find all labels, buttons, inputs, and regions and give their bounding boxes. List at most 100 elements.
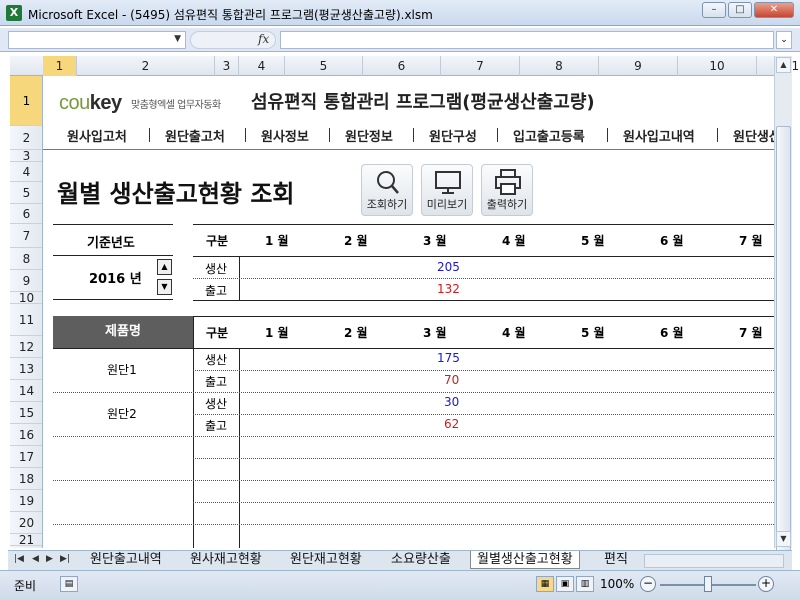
row-header[interactable]: 13	[10, 358, 42, 380]
divider	[53, 299, 173, 300]
horizontal-scrollbar[interactable]	[644, 554, 784, 568]
detail-row-label: 출고	[205, 375, 228, 389]
row-header[interactable]: 20	[10, 512, 42, 534]
summary-header: 구분	[206, 234, 229, 248]
nav-item[interactable]: 원사입고내역	[623, 126, 695, 145]
summary-header: 7 월	[739, 234, 763, 248]
row-header[interactable]: 4	[10, 162, 42, 182]
zoom-level[interactable]: 100%	[600, 577, 634, 591]
sheet-tab[interactable]: 원사재고현황	[184, 551, 268, 569]
year-up-button[interactable]: ▲	[157, 259, 172, 275]
search-button-label: 조회하기	[366, 198, 408, 211]
logo-tagline: 맞춤형엑셀 업무자동화	[131, 100, 221, 111]
row-header[interactable]: 6	[10, 204, 42, 224]
column-header[interactable]: 6	[363, 56, 441, 76]
row-header[interactable]: 7	[10, 224, 42, 248]
sheet-tab[interactable]: 편직	[598, 551, 638, 569]
print-button[interactable]: 출력하기	[481, 164, 533, 216]
formula-input[interactable]	[280, 31, 774, 49]
row-header[interactable]: 19	[10, 490, 42, 512]
column-header[interactable]: 7	[441, 56, 520, 76]
vertical-scrollbar[interactable]: ▲ ▼	[774, 56, 792, 576]
minimize-button[interactable]: –	[702, 2, 726, 18]
row-header[interactable]: 17	[10, 446, 42, 468]
preview-button[interactable]: 미리보기	[421, 164, 473, 216]
detail-cell[interactable]: 62	[444, 417, 459, 431]
sheet-tab[interactable]: 원단출고내역	[84, 551, 168, 569]
row-header[interactable]: 11	[10, 304, 42, 336]
print-button-label: 출력하기	[486, 198, 528, 211]
year-value[interactable]: 2016 년	[89, 268, 142, 287]
nav-item[interactable]: 원단생산	[733, 126, 774, 145]
sheet-tab[interactable]: 소요량산출	[385, 551, 457, 569]
prev-sheet-icon[interactable]: ◀	[32, 554, 39, 564]
nav-item[interactable]: 원사입고처	[67, 126, 127, 145]
divider	[193, 414, 774, 415]
search-button[interactable]: 조회하기	[361, 164, 413, 216]
row-header[interactable]: 15	[10, 402, 42, 424]
column-header[interactable]: 8	[520, 56, 599, 76]
chevron-down-icon[interactable]: ▼	[174, 34, 181, 44]
detail-cell[interactable]: 70	[444, 373, 459, 387]
detail-cell[interactable]: 30	[444, 395, 459, 409]
summary-cell[interactable]: 205	[437, 260, 460, 274]
row-header[interactable]: 2	[10, 126, 42, 150]
row-header[interactable]: 14	[10, 380, 42, 402]
column-header[interactable]: 5	[285, 56, 363, 76]
detail-header: 7 월	[739, 326, 763, 340]
row-header[interactable]: 3	[10, 150, 42, 162]
row-header[interactable]: 5	[10, 182, 42, 204]
maximize-button[interactable]: □	[728, 2, 752, 18]
row-header[interactable]: 9	[10, 270, 42, 292]
column-header[interactable]: 1	[43, 56, 77, 76]
column-header[interactable]: 9	[599, 56, 678, 76]
row-header[interactable]: 8	[10, 248, 42, 270]
nav-item[interactable]: 원사정보	[261, 126, 309, 145]
vertical-scroll-thumb[interactable]	[776, 126, 791, 576]
row-header[interactable]: 12	[10, 336, 42, 358]
column-header[interactable]: 2	[77, 56, 215, 76]
summary-header: 6 월	[660, 234, 684, 248]
row-header[interactable]: 16	[10, 424, 42, 446]
close-button[interactable]: ✕	[754, 2, 794, 18]
year-box: 기준년도 2016 년 ▲ ▼	[53, 224, 173, 300]
page-layout-view-button[interactable]: ▣	[556, 576, 574, 592]
name-box[interactable]: ▼	[8, 31, 186, 49]
row-header[interactable]: 10	[10, 292, 42, 304]
page-title: 월별 생산출고현황 조회	[57, 180, 295, 208]
nav-item[interactable]: 입고출고등록	[513, 126, 585, 145]
zoom-slider-thumb[interactable]	[704, 576, 712, 592]
summary-header: 1 월	[265, 234, 289, 248]
sheet-tab-active[interactable]: 월별생산출고현황	[470, 551, 580, 569]
normal-view-button[interactable]: ▦	[536, 576, 554, 592]
nav-item[interactable]: 원단구성	[429, 126, 477, 145]
row-header[interactable]: 21	[10, 534, 42, 546]
scroll-up-button[interactable]: ▲	[776, 57, 791, 73]
excel-app-icon[interactable]: X	[6, 5, 22, 21]
nav-item[interactable]: 원단정보	[345, 126, 393, 145]
zoom-in-button[interactable]: +	[758, 576, 774, 592]
summary-cell[interactable]: 132	[437, 282, 460, 296]
macro-record-icon[interactable]: ▤	[60, 576, 78, 592]
insert-function-icon[interactable]: fx	[258, 32, 269, 46]
last-sheet-icon[interactable]: ▶|	[60, 554, 70, 564]
next-sheet-icon[interactable]: ▶	[46, 554, 53, 564]
year-down-button[interactable]: ▼	[157, 279, 172, 295]
row-header[interactable]: 1	[10, 76, 42, 126]
row-header[interactable]: 18	[10, 468, 42, 490]
divider	[193, 224, 774, 225]
first-sheet-icon[interactable]: |◀	[14, 554, 24, 564]
expand-formula-bar-button[interactable]: ⌄	[776, 31, 792, 49]
zoom-out-button[interactable]: −	[640, 576, 656, 592]
page-break-view-button[interactable]: ▥	[576, 576, 594, 592]
logo-text-light: cou	[59, 92, 90, 114]
detail-header: 구분	[206, 326, 229, 340]
column-header[interactable]: 4	[239, 56, 285, 76]
nav-separator	[149, 128, 150, 142]
sheet-tab[interactable]: 원단재고현황	[284, 551, 368, 569]
column-header[interactable]: 10	[678, 56, 757, 76]
column-header[interactable]: 3	[215, 56, 239, 76]
nav-item[interactable]: 원단출고처	[165, 126, 225, 145]
detail-cell[interactable]: 175	[437, 351, 460, 365]
scroll-down-button[interactable]: ▼	[776, 531, 791, 547]
